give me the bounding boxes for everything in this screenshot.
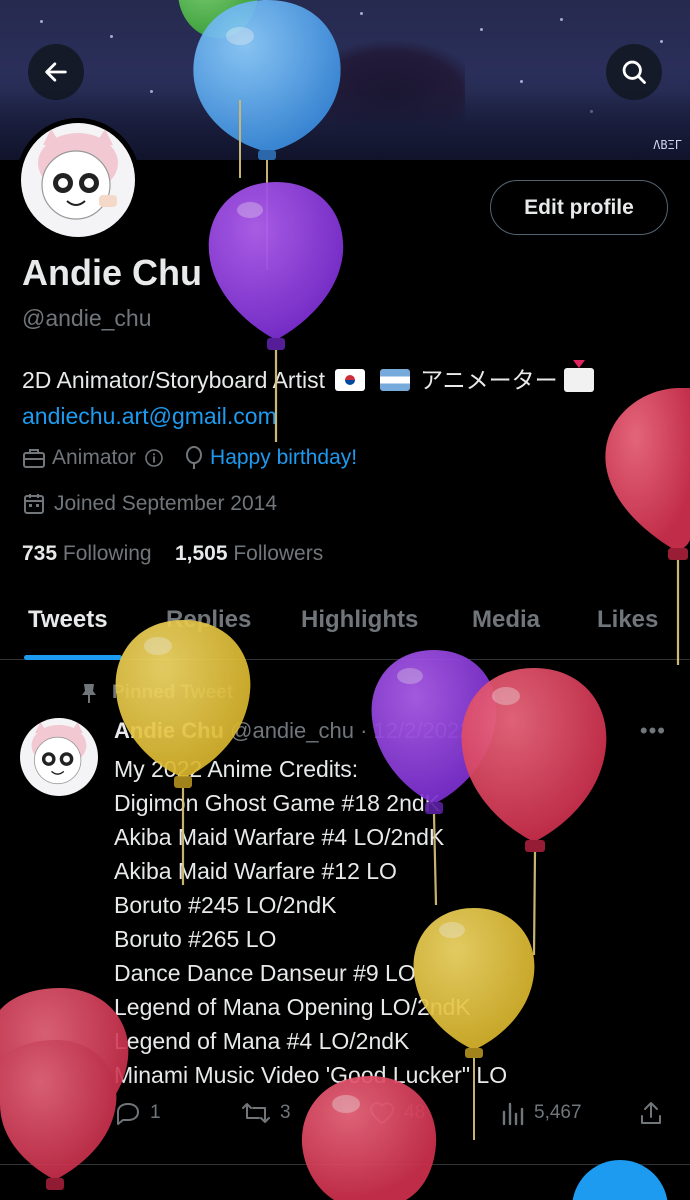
more-icon[interactable]: ••• xyxy=(640,718,666,744)
profile-tabs: Tweets Replies Highlights Media Likes xyxy=(0,594,690,660)
tweet-line: Akiba Maid Warfare #12 LO xyxy=(114,858,397,884)
followers-link[interactable]: 1,505 Followers xyxy=(175,542,323,565)
search-button[interactable] xyxy=(606,44,662,100)
compose-tweet-button[interactable] xyxy=(572,1160,668,1200)
profile-handle: @andie_chu xyxy=(22,305,152,331)
joined-date: Joined September 2014 xyxy=(54,492,277,515)
follow-stats: 735 Following 1,505 Followers xyxy=(22,542,323,566)
tab-tweets[interactable]: Tweets xyxy=(28,606,108,634)
tweet-line: Dance Dance Danseur #9 LO xyxy=(114,960,416,986)
tweet-line: My 2022 Anime Credits: xyxy=(114,756,359,782)
tweet-line: Boruto #245 LO/2ndK xyxy=(114,892,337,918)
following-link[interactable]: 735 Following xyxy=(22,542,152,565)
tweet-line: Boruto #265 LO xyxy=(114,926,277,952)
pin-icon xyxy=(82,684,96,703)
tweet-line: Legend of Mana Opening LO/2ndK xyxy=(114,994,471,1020)
back-button[interactable] xyxy=(28,44,84,100)
tweet-header: Andie Chu @andie_chu · 12/2/2022 xyxy=(114,718,471,744)
bio-text: 2D Animator/Storyboard Artist xyxy=(22,367,325,393)
tweet-line: Minami Music Video 'Good Lucker" LO xyxy=(114,1062,508,1088)
like-button[interactable]: 48 xyxy=(368,1100,425,1126)
retweet-icon xyxy=(242,1103,270,1123)
reply-button[interactable]: 1 xyxy=(114,1100,161,1126)
bio-japanese-text: アニメーター xyxy=(420,367,558,393)
edit-profile-button[interactable]: Edit profile xyxy=(490,180,668,235)
tweet-actions: 1 3 48 5,467 xyxy=(114,1100,674,1134)
tweet-handle-date: @andie_chu · 12/2/2022 xyxy=(230,718,472,743)
tab-likes[interactable]: Likes xyxy=(597,606,658,634)
like-icon xyxy=(369,1102,395,1125)
pinned-label: Pinned Tweet xyxy=(80,682,233,704)
bio-email-link[interactable]: andiechu.art@gmail.com xyxy=(22,403,277,429)
tweet-text: My 2022 Anime Credits: Digimon Ghost Gam… xyxy=(114,752,507,1092)
tweet-avatar[interactable] xyxy=(20,718,98,796)
tab-media[interactable]: Media xyxy=(472,606,540,634)
info-icon[interactable] xyxy=(144,448,164,468)
calendar-icon xyxy=(24,494,44,514)
balloon-icon xyxy=(186,446,203,469)
tweet-divider xyxy=(0,1164,690,1165)
tweet-line: Digimon Ghost Game #18 2ndK xyxy=(114,790,441,816)
argentina-flag-icon xyxy=(379,369,410,391)
back-arrow-icon xyxy=(45,62,67,82)
active-tab-indicator xyxy=(24,655,122,660)
profile-joined: Joined September 2014 xyxy=(22,492,277,516)
profile-bio: 2D Animator/Storyboard Artist アニメーター and… xyxy=(22,360,672,434)
balloon xyxy=(301,1076,437,1200)
balloon xyxy=(0,988,129,1190)
search-icon xyxy=(622,60,646,84)
profile-category: Animator xyxy=(52,446,137,469)
retweet-button[interactable]: 3 xyxy=(240,1100,291,1126)
envelope-icon xyxy=(564,360,595,392)
tweet-line: Legend of Mana #4 LO/2ndK xyxy=(114,1028,410,1054)
birthday-link[interactable]: Happy birthday! xyxy=(210,446,357,470)
tab-highlights[interactable]: Highlights xyxy=(301,606,418,634)
views-button[interactable]: 5,467 xyxy=(500,1100,582,1126)
views-icon xyxy=(502,1102,524,1126)
tweet-line: Akiba Maid Warfare #4 LO/2ndK xyxy=(114,824,445,850)
briefcase-icon xyxy=(23,449,45,468)
profile-avatar[interactable] xyxy=(16,118,140,242)
share-icon xyxy=(641,1102,661,1124)
profile-name: Andie Chu xyxy=(22,252,202,293)
share-button[interactable] xyxy=(638,1100,672,1126)
profile-meta: Animator Happy birthday! xyxy=(22,446,357,470)
tab-replies[interactable]: Replies xyxy=(166,606,251,634)
banner-signature: ΛBΞΓ xyxy=(653,138,682,152)
korea-flag-icon xyxy=(335,369,366,391)
reply-icon xyxy=(117,1103,139,1125)
tweet-author[interactable]: Andie Chu xyxy=(114,718,224,743)
